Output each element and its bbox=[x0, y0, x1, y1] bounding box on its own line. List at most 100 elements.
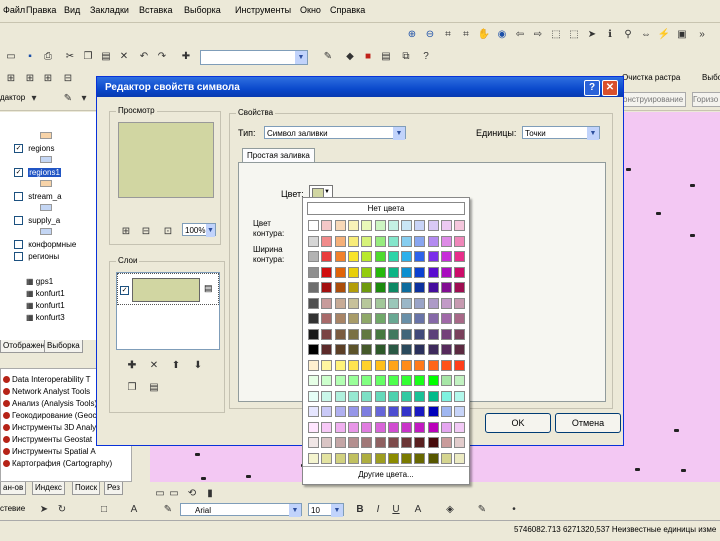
color-swatch[interactable] bbox=[347, 421, 359, 433]
color-swatch[interactable] bbox=[374, 328, 386, 340]
color-swatch[interactable] bbox=[454, 452, 466, 464]
color-swatch[interactable] bbox=[334, 251, 346, 262]
no-color-button[interactable]: Нет цвета bbox=[307, 202, 465, 215]
color-swatch[interactable] bbox=[308, 390, 319, 402]
color-swatch[interactable] bbox=[414, 452, 426, 464]
color-swatch[interactable] bbox=[414, 406, 426, 417]
preview-zoom-combo[interactable]: 100% ▼ bbox=[182, 223, 216, 237]
sketch-tool-icon[interactable]: ✎ bbox=[60, 91, 76, 107]
color-swatch[interactable] bbox=[374, 421, 386, 433]
font-size-combo[interactable]: 10 ▼ bbox=[308, 503, 344, 517]
color-swatch[interactable] bbox=[308, 235, 319, 247]
color-swatch[interactable] bbox=[441, 421, 452, 433]
menu-insert[interactable]: Вставка bbox=[139, 5, 172, 15]
color-swatch[interactable] bbox=[387, 297, 399, 309]
toc-layer[interactable]: ✓ regions bbox=[14, 144, 54, 154]
color-swatch[interactable] bbox=[427, 297, 439, 309]
color-swatch[interactable] bbox=[334, 235, 346, 247]
color-swatch[interactable] bbox=[427, 266, 439, 278]
toc-table[interactable]: ▦ gps1 bbox=[26, 277, 53, 286]
color-swatch[interactable] bbox=[387, 266, 399, 278]
color-swatch[interactable] bbox=[387, 235, 399, 247]
help-icon[interactable]: ? bbox=[584, 80, 600, 96]
toolbox-item[interactable]: Инструменты Spatial A bbox=[3, 447, 96, 456]
color-swatch[interactable] bbox=[387, 359, 399, 371]
color-swatch[interactable] bbox=[387, 251, 399, 262]
color-swatch[interactable] bbox=[321, 266, 333, 278]
color-swatch[interactable] bbox=[361, 282, 373, 293]
draw-menu[interactable]: стевие bbox=[0, 504, 25, 513]
fill-color-icon[interactable]: ◈ bbox=[442, 502, 458, 518]
color-swatch[interactable] bbox=[414, 235, 426, 247]
move-down-icon[interactable]: ⬇ bbox=[190, 358, 206, 374]
model-builder-icon[interactable]: ⧉ bbox=[398, 49, 414, 65]
color-swatch[interactable] bbox=[347, 313, 359, 324]
color-swatch[interactable] bbox=[347, 328, 359, 340]
tab-results[interactable]: Рез bbox=[104, 482, 123, 495]
color-swatch[interactable] bbox=[374, 282, 386, 293]
actual-size-icon[interactable]: ⊡ bbox=[160, 224, 176, 240]
color-swatch[interactable] bbox=[441, 452, 452, 464]
color-swatch[interactable] bbox=[334, 297, 346, 309]
arccatalog-icon[interactable]: ◆ bbox=[342, 49, 358, 65]
color-swatch[interactable] bbox=[334, 437, 346, 448]
color-swatch[interactable] bbox=[308, 266, 319, 278]
fixed-zoom-in-icon[interactable]: ⌗ bbox=[440, 27, 456, 43]
color-swatch[interactable] bbox=[414, 251, 426, 262]
color-swatch[interactable] bbox=[347, 406, 359, 417]
add-data-icon[interactable]: ✚ bbox=[178, 49, 194, 65]
new-icon[interactable]: ▭ bbox=[3, 49, 19, 65]
italic-icon[interactable]: I bbox=[370, 502, 386, 518]
color-swatch[interactable] bbox=[347, 437, 359, 448]
color-swatch[interactable] bbox=[374, 313, 386, 324]
color-swatch[interactable] bbox=[427, 375, 439, 386]
layout-icon[interactable]: ⊟ bbox=[60, 71, 76, 87]
rotate-icon[interactable]: ↻ bbox=[54, 502, 70, 518]
color-swatch[interactable] bbox=[308, 375, 319, 386]
checkbox-icon[interactable] bbox=[14, 216, 23, 226]
toolbox-item[interactable]: Инструменты Geostat bbox=[3, 435, 92, 444]
color-swatch[interactable] bbox=[401, 251, 413, 262]
menu-help[interactable]: Справка bbox=[330, 5, 365, 15]
color-swatch[interactable] bbox=[361, 235, 373, 247]
color-swatch[interactable] bbox=[401, 452, 413, 464]
color-swatch[interactable] bbox=[334, 375, 346, 386]
color-swatch[interactable] bbox=[401, 344, 413, 355]
color-swatch[interactable] bbox=[361, 452, 373, 464]
color-swatch[interactable] bbox=[334, 344, 346, 355]
toc-layer[interactable]: ✓ regions1 bbox=[14, 168, 61, 178]
color-swatch[interactable] bbox=[321, 328, 333, 340]
color-swatch[interactable] bbox=[427, 282, 439, 293]
color-swatch[interactable] bbox=[347, 282, 359, 293]
color-swatch[interactable] bbox=[454, 282, 466, 293]
color-swatch[interactable] bbox=[374, 359, 386, 371]
tab-toolbox[interactable]: ан-ов bbox=[0, 482, 27, 495]
toc-layer[interactable]: регионы bbox=[14, 252, 59, 262]
color-swatch[interactable] bbox=[414, 390, 426, 402]
color-swatch[interactable] bbox=[361, 266, 373, 278]
select-elements-icon[interactable]: ➤ bbox=[584, 27, 600, 43]
toolbox-item[interactable]: Анализ (Analysis Tools) bbox=[3, 399, 97, 408]
color-swatch[interactable] bbox=[334, 406, 346, 417]
color-swatch[interactable] bbox=[374, 266, 386, 278]
color-swatch[interactable] bbox=[387, 220, 399, 231]
color-swatch[interactable] bbox=[334, 313, 346, 324]
layer-visible-checkbox[interactable]: ✓ bbox=[120, 286, 129, 295]
select-features-icon[interactable]: ⬚ bbox=[548, 27, 564, 43]
cancel-button[interactable]: Отмена bbox=[555, 413, 621, 433]
color-swatch[interactable] bbox=[347, 359, 359, 371]
color-swatch[interactable] bbox=[347, 297, 359, 309]
color-swatch[interactable] bbox=[361, 375, 373, 386]
dialog-titlebar[interactable]: Редактор свойств символа ? ✕ bbox=[97, 77, 623, 97]
color-swatch[interactable] bbox=[454, 297, 466, 309]
toc-table[interactable]: ▦ konfurt3 bbox=[26, 313, 65, 322]
layout-icon[interactable]: ⊞ bbox=[22, 71, 38, 87]
color-swatch[interactable] bbox=[374, 297, 386, 309]
undo-icon[interactable]: ↶ bbox=[136, 49, 152, 65]
color-swatch[interactable] bbox=[374, 220, 386, 231]
color-swatch[interactable] bbox=[374, 406, 386, 417]
color-swatch[interactable] bbox=[387, 344, 399, 355]
color-swatch[interactable] bbox=[321, 390, 333, 402]
color-swatch[interactable] bbox=[321, 313, 333, 324]
color-swatch[interactable] bbox=[308, 313, 319, 324]
